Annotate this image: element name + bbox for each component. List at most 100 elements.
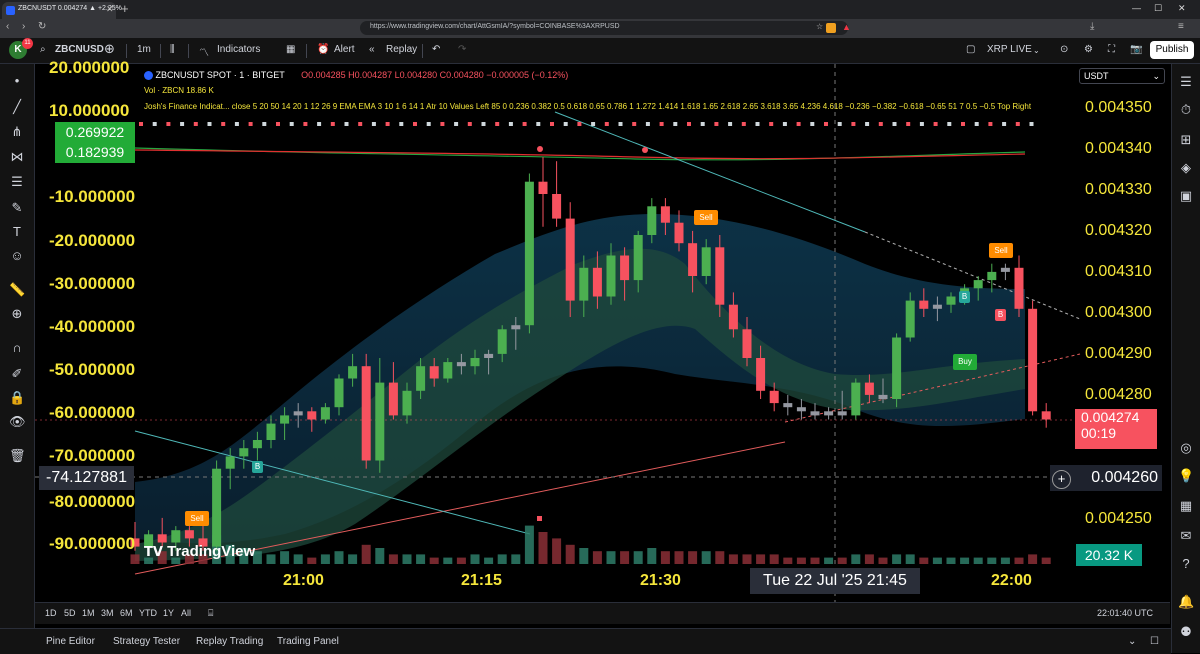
trend-line-icon[interactable]: ╱ bbox=[9, 99, 25, 115]
currency-select[interactable]: USDT ⌄ bbox=[1079, 68, 1165, 84]
notifications-icon[interactable]: 🔔 bbox=[1178, 594, 1194, 610]
candle-body bbox=[402, 390, 412, 416]
candle-body bbox=[334, 378, 344, 408]
range-1m-button[interactable]: 1M bbox=[82, 608, 95, 618]
volume-bar bbox=[280, 551, 290, 564]
snapshot-camera-icon[interactable]: 📷 bbox=[1130, 44, 1142, 55]
range-3m-button[interactable]: 3M bbox=[101, 608, 114, 618]
interval-button[interactable]: 1m bbox=[137, 44, 151, 55]
brush-icon[interactable]: ✎ bbox=[9, 200, 25, 216]
volume-bar bbox=[756, 554, 766, 564]
collapse-panel-chevron-icon[interactable]: ⌄ bbox=[1128, 636, 1136, 647]
search-icon[interactable]: ⌕ bbox=[40, 44, 46, 55]
text-tool-icon[interactable]: T bbox=[9, 224, 25, 239]
alerts-clock-icon[interactable]: ⏱ bbox=[1178, 102, 1194, 118]
new-tab-icon[interactable]: + bbox=[121, 1, 129, 16]
maximize-icon[interactable]: ☐ bbox=[1154, 3, 1162, 14]
hide-drawings-eye-icon[interactable]: 👁 bbox=[9, 414, 26, 430]
stay-in-drawing-mode-icon[interactable]: ✐ bbox=[9, 366, 25, 382]
goto-date-calendar-icon[interactable]: ⌸ bbox=[208, 608, 213, 619]
crosshair-cursor-icon[interactable]: • bbox=[9, 73, 25, 88]
layout-chevron-down-icon[interactable]: ⌄ bbox=[1033, 46, 1040, 55]
lock-drawings-icon[interactable]: 🔒 bbox=[9, 390, 25, 406]
indicator-dot bbox=[1015, 122, 1020, 126]
volume-legend[interactable]: Vol · ZBCN 18.86 K bbox=[144, 86, 214, 95]
undo-icon[interactable]: ↶ bbox=[432, 44, 440, 55]
tab-strategy-tester[interactable]: Strategy Tester bbox=[113, 636, 180, 647]
volume-bar bbox=[864, 554, 874, 564]
alert-clock-icon[interactable]: ⏰ bbox=[317, 44, 329, 55]
ruler-icon[interactable]: 📏 bbox=[9, 282, 25, 298]
publish-button[interactable]: Publish bbox=[1150, 41, 1194, 59]
help-icon[interactable]: ? bbox=[1178, 556, 1194, 571]
browser-tab[interactable]: ZBCNUSDT 0.004274 ▲ +2.25% ✕ bbox=[2, 2, 122, 19]
layers-icon[interactable]: ◈ bbox=[1178, 160, 1194, 176]
data-window-icon[interactable]: ▣ bbox=[1178, 188, 1194, 204]
compare-symbol-icon[interactable]: ⊕ bbox=[104, 41, 115, 57]
range-ytd-button[interactable]: YTD bbox=[139, 608, 157, 618]
maximize-panel-icon[interactable]: ☐ bbox=[1150, 636, 1159, 647]
bookmark-star-icon[interactable]: ☆ bbox=[816, 22, 823, 31]
pitchfork-icon[interactable]: ⋔ bbox=[9, 124, 25, 140]
tradingview-logo-icon: 𝗧𝗩 bbox=[144, 544, 163, 559]
forward-icon[interactable]: › bbox=[22, 21, 25, 32]
ideas-lightbulb-icon[interactable]: 💡 bbox=[1178, 468, 1194, 484]
indicators-button[interactable]: Indicators bbox=[217, 44, 260, 55]
url-field[interactable]: https://www.tradingview.com/chart/AttGsm… bbox=[360, 21, 848, 35]
range-1y-button[interactable]: 1Y bbox=[163, 608, 174, 618]
layout-icon[interactable]: ▢ bbox=[966, 44, 975, 55]
range-6m-button[interactable]: 6M bbox=[120, 608, 133, 618]
object-tree-icon[interactable]: ⊞ bbox=[1178, 132, 1194, 148]
utc-clock[interactable]: 22:01:40 UTC bbox=[1097, 608, 1153, 618]
volume-bar bbox=[932, 557, 942, 564]
candle-body bbox=[293, 411, 303, 416]
layout-name-button[interactable]: XRP LIVE bbox=[987, 44, 1032, 55]
replay-button[interactable]: Replay bbox=[386, 44, 417, 55]
ema-200-green-line bbox=[134, 147, 1026, 161]
calendar-icon[interactable]: ▦ bbox=[1178, 498, 1194, 514]
tab-replay-trading[interactable]: Replay Trading bbox=[196, 636, 263, 647]
emoji-icon[interactable]: ☺ bbox=[9, 248, 25, 263]
fib-retracement-icon[interactable]: ☰ bbox=[9, 174, 25, 190]
browser-menu-icon[interactable]: ≡ bbox=[1178, 21, 1184, 32]
alert-extension-icon[interactable]: ▲ bbox=[842, 22, 851, 32]
watchlist-icon[interactable]: ☰ bbox=[1178, 74, 1194, 90]
redo-icon[interactable]: ↷ bbox=[458, 44, 466, 55]
tab-trading-panel[interactable]: Trading Panel bbox=[277, 636, 339, 647]
chat-icon[interactable]: ✉ bbox=[1178, 528, 1194, 544]
pattern-icon[interactable]: ⋈ bbox=[9, 149, 25, 165]
zoom-in-icon[interactable]: ⊕ bbox=[9, 306, 25, 322]
alert-button[interactable]: Alert bbox=[334, 44, 355, 55]
remove-drawings-trash-icon[interactable]: 🗑 bbox=[9, 448, 26, 464]
minimize-icon[interactable]: — bbox=[1132, 3, 1141, 13]
extension-icon[interactable] bbox=[826, 23, 836, 33]
add-alert-plus-icon[interactable]: + bbox=[1052, 470, 1071, 489]
templates-icon[interactable]: ▦ bbox=[286, 44, 295, 55]
symbol-search-button[interactable]: ZBCNUSD bbox=[55, 44, 104, 55]
candles-style-icon[interactable]: ⫼ bbox=[170, 44, 175, 55]
fullscreen-icon[interactable]: ⛶ bbox=[1108, 44, 1115, 55]
range-1d-button[interactable]: 1D bbox=[45, 608, 57, 618]
settings-gear-icon[interactable]: ⚙ bbox=[1084, 44, 1093, 55]
range-5d-button[interactable]: 5D bbox=[64, 608, 76, 618]
indicator-dot bbox=[1002, 122, 1007, 126]
indicator-dot bbox=[550, 122, 554, 126]
volume-bar bbox=[647, 548, 657, 564]
hotlists-icon[interactable]: ◎ bbox=[1178, 440, 1194, 456]
quick-search-icon[interactable]: ⊙ bbox=[1060, 44, 1068, 55]
replay-icon[interactable]: « bbox=[369, 44, 375, 55]
indicators-icon[interactable]: 〽 bbox=[199, 44, 209, 59]
oscillator-value-label: 0.182939 bbox=[55, 142, 135, 163]
window-close-icon[interactable]: ✕ bbox=[1178, 3, 1186, 14]
time-tick-label: 21:00 bbox=[283, 572, 324, 589]
reload-icon[interactable]: ↻ bbox=[38, 21, 46, 32]
apps-icon[interactable]: ⚉ bbox=[1178, 624, 1194, 640]
downloads-icon[interactable]: ⤓ bbox=[1090, 21, 1094, 32]
back-icon[interactable]: ‹ bbox=[6, 21, 9, 32]
tab-pine-editor[interactable]: Pine Editor bbox=[46, 636, 95, 647]
magnet-icon[interactable]: ∩ bbox=[9, 340, 25, 355]
indicator-legend[interactable]: Josh's Finance Indicat... close 5 20 50 … bbox=[144, 102, 1031, 111]
symbol-legend[interactable]: ZBCNUSDT SPOT · 1 · BITGET O0.004285 H0.… bbox=[144, 70, 568, 81]
tab-close-icon[interactable]: ✕ bbox=[106, 4, 114, 15]
range-all-button[interactable]: All bbox=[181, 608, 191, 618]
